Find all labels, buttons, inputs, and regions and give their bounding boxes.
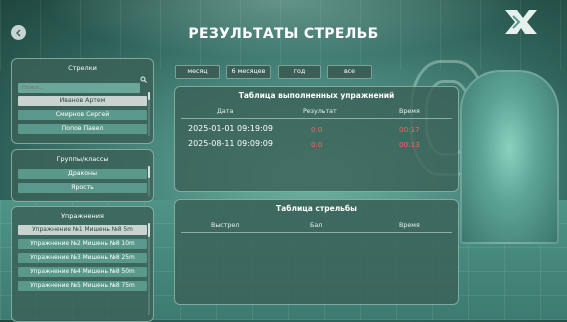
shooters-panel: Стрелки Иванов Артем Смирнов Сергей Попо…	[11, 58, 154, 144]
background-door	[460, 70, 559, 244]
column-header-score: Бал	[310, 222, 323, 229]
x-logo	[505, 10, 537, 34]
table-row[interactable]: 2025-08-11 09:09:09 0.0 00:13	[175, 138, 458, 150]
list-item-group[interactable]: Драконы	[18, 169, 147, 179]
shooters-scrollbar[interactable]	[148, 92, 150, 136]
list-item-exercise[interactable]: Упражнение №3 Мишень №8 25m	[18, 253, 147, 263]
list-item-exercise[interactable]: Упражнение №2 Мишень №8 10m	[18, 239, 147, 249]
exercises-scrollbar[interactable]	[148, 223, 150, 315]
list-item-shooter[interactable]: Смирнов Сергей	[18, 110, 147, 120]
column-header-shot: Выстрел	[211, 222, 240, 229]
groups-label: Группы/классы	[56, 155, 109, 163]
search-field	[18, 74, 147, 93]
cell-time: 00:17	[399, 125, 420, 134]
list-item-exercise[interactable]: Упражнение №4 Мишень №8 50m	[18, 267, 147, 277]
exercises-scroll-thumb[interactable]	[148, 223, 150, 237]
tab-all[interactable]: все	[327, 65, 372, 79]
shots-table-panel: Таблица стрельбы Выстрел Бал Время	[174, 199, 459, 305]
tab-year[interactable]: год	[278, 65, 321, 79]
shooters-label: Стрелки	[68, 64, 97, 72]
list-item-exercise[interactable]: Упражнение №5 Мишень №8 75m	[18, 281, 147, 291]
list-item-group[interactable]: Ярость	[18, 183, 147, 193]
column-header-date: Дата	[217, 108, 234, 115]
list-item-exercise[interactable]: Упражнение №1 Мишень №8 5m	[18, 225, 147, 235]
exercises-label: Упражнения	[61, 212, 104, 220]
cell-date: 2025-01-01 09:19:09	[188, 124, 273, 133]
cell-result: 0.0	[311, 125, 323, 134]
tab-6-months[interactable]: 6 месяцев	[226, 65, 271, 79]
tab-month[interactable]: месяц	[175, 65, 220, 79]
groups-scrollbar[interactable]	[148, 166, 150, 196]
search-icon[interactable]	[140, 76, 147, 83]
cell-result: 0.0	[311, 140, 323, 149]
cell-date: 2025-08-11 09:09:09	[188, 139, 273, 148]
table-header-divider	[181, 232, 452, 233]
groups-panel: Группы/классы Драконы Ярость	[11, 149, 154, 202]
exercises-panel: Упражнения Упражнение №1 Мишень №8 5m Уп…	[11, 206, 154, 322]
cell-time: 00:13	[399, 140, 420, 149]
column-header-shot-time: Время	[399, 222, 420, 229]
groups-scroll-thumb[interactable]	[148, 166, 150, 178]
page-title: РЕЗУЛЬТАТЫ СТРЕЛЬБ	[188, 26, 379, 42]
shots-table-title: Таблица стрельбы	[276, 204, 357, 213]
search-input[interactable]	[18, 83, 140, 93]
column-header-result: Результат	[303, 108, 337, 115]
table-header-divider	[181, 118, 452, 119]
exercises-table-title: Таблица выполненных упражнений	[238, 91, 395, 100]
table-row[interactable]: 2025-01-01 09:19:09 0.0 00:17	[175, 123, 458, 135]
column-header-time: Время	[399, 108, 420, 115]
list-item-shooter[interactable]: Попов Павел	[18, 124, 147, 134]
exercises-table-panel: Таблица выполненных упражнений Дата Резу…	[174, 86, 459, 192]
shooters-scroll-thumb[interactable]	[148, 92, 150, 100]
list-item-shooter[interactable]: Иванов Артем	[18, 96, 147, 106]
